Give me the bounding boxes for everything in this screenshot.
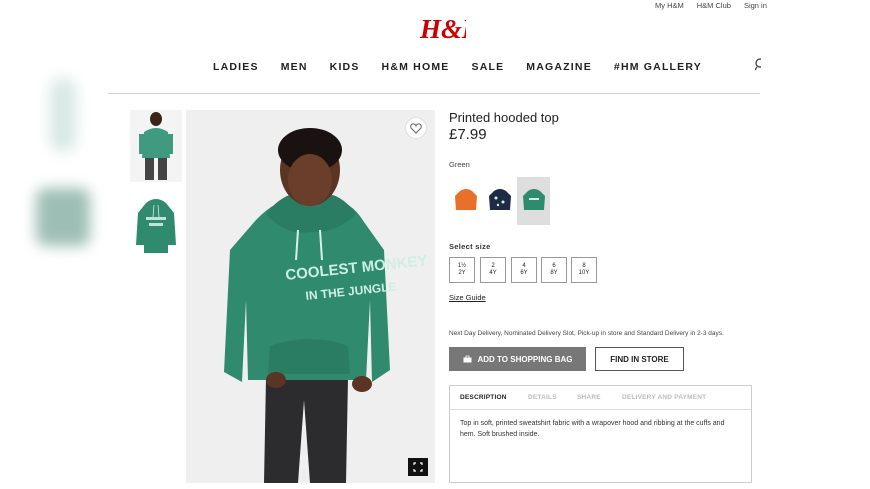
main-product-image: COOLEST MONKEY IN THE JUNGLE bbox=[186, 110, 435, 483]
utility-links: My H&M H&M Club Sign in bbox=[655, 1, 767, 10]
nav-hm-gallery[interactable]: #HM GALLERY bbox=[614, 61, 702, 73]
hm-club-link[interactable]: H&M Club bbox=[697, 1, 731, 10]
size-option[interactable]: 2 4Y bbox=[480, 257, 506, 283]
size-line2: 6Y bbox=[520, 270, 528, 276]
swatch-orange[interactable] bbox=[449, 177, 482, 225]
size-line2: 8Y bbox=[550, 270, 558, 276]
size-line2: 4Y bbox=[489, 270, 497, 276]
my-hm-link[interactable]: My H&M bbox=[655, 1, 684, 10]
size-option[interactable]: 1½ 2Y bbox=[449, 257, 475, 283]
nav-kids[interactable]: KIDS bbox=[330, 61, 360, 73]
tab-share[interactable]: SHARE bbox=[577, 394, 601, 401]
main-nav: LADIES MEN KIDS H&M HOME SALE MAGAZINE #… bbox=[213, 61, 724, 73]
product-price: £7.99 bbox=[449, 126, 487, 143]
tab-delivery-payment[interactable]: DELIVERY AND PAYMENT bbox=[622, 394, 706, 401]
tab-description[interactable]: DESCRIPTION bbox=[460, 394, 507, 401]
fullscreen-icon[interactable] bbox=[408, 458, 428, 476]
product-title: Printed hooded top bbox=[449, 110, 559, 125]
blurred-thumbnail bbox=[50, 78, 76, 152]
nav-men[interactable]: MEN bbox=[281, 61, 308, 73]
thumbnail-hoodie[interactable] bbox=[130, 193, 182, 265]
tabs-row: DESCRIPTION DETAILS SHARE DELIVERY AND P… bbox=[450, 386, 751, 410]
size-line1: 4 bbox=[522, 263, 526, 269]
tab-details[interactable]: DETAILS bbox=[528, 394, 557, 401]
product-tabs-panel: DESCRIPTION DETAILS SHARE DELIVERY AND P… bbox=[449, 385, 752, 483]
delivery-info: Next Day Delivery, Nominated Delivery Sl… bbox=[449, 330, 724, 337]
swatch-green[interactable] bbox=[517, 177, 550, 225]
search-icon[interactable] bbox=[754, 58, 765, 74]
nav-ladies[interactable]: LADIES bbox=[213, 61, 259, 73]
select-size-label: Select size bbox=[449, 242, 491, 251]
size-line1: 1½ bbox=[457, 263, 467, 269]
blurred-thumbnail bbox=[36, 188, 90, 246]
size-option[interactable]: 6 8Y bbox=[541, 257, 567, 283]
size-line1: 6 bbox=[552, 263, 556, 269]
nav-sale[interactable]: SALE bbox=[471, 61, 504, 73]
find-in-store-button[interactable]: FIND IN STORE bbox=[595, 347, 684, 371]
shopping-bag-icon bbox=[463, 355, 471, 363]
size-line2: 10Y bbox=[578, 270, 590, 276]
logo-text: H&M bbox=[419, 14, 466, 44]
add-to-bag-button[interactable]: ADD TO SHOPPING BAG bbox=[449, 347, 586, 371]
heart-icon[interactable] bbox=[405, 117, 427, 139]
add-to-bag-label: ADD TO SHOPPING BAG bbox=[477, 354, 573, 364]
size-line1: 2 bbox=[491, 263, 495, 269]
nav-divider bbox=[108, 93, 760, 94]
product-description: Top in soft, printed sweatshirt fabric w… bbox=[460, 420, 725, 438]
hm-logo[interactable]: H&M bbox=[418, 10, 487, 46]
sign-in-link[interactable]: Sign in bbox=[744, 1, 767, 10]
thumbnail-model[interactable] bbox=[130, 110, 182, 182]
color-label: Green bbox=[449, 160, 470, 169]
nav-magazine[interactable]: MAGAZINE bbox=[526, 61, 592, 73]
size-option[interactable]: 4 6Y bbox=[511, 257, 537, 283]
size-option[interactable]: 8 10Y bbox=[571, 257, 597, 283]
swatch-navy[interactable] bbox=[483, 177, 516, 225]
size-line2: 2Y bbox=[458, 270, 466, 276]
size-line1: 8 bbox=[582, 263, 586, 269]
size-guide-link[interactable]: Size Guide bbox=[449, 293, 486, 302]
nav-hm-home[interactable]: H&M HOME bbox=[382, 61, 450, 73]
